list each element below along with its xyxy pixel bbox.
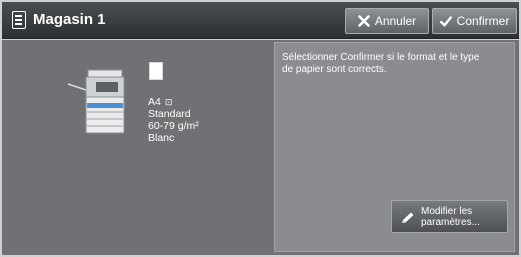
content-area: A4 ⊡ Standard 60-79 g/m² Blanc Sélectionn… — [2, 40, 519, 255]
paper-type: Standard — [148, 108, 191, 120]
document-list-icon — [12, 11, 26, 29]
orientation-icon: ⊡ — [164, 97, 173, 107]
paper-sheet-icon — [149, 62, 163, 80]
paper-size-line: A4 ⊡ — [148, 96, 199, 108]
cancel-button[interactable]: Annuler — [345, 8, 429, 34]
confirm-label: Confirmer — [456, 14, 510, 28]
cancel-label: Annuler — [374, 14, 417, 28]
modify-settings-button[interactable]: Modifier les paramètres... — [391, 200, 508, 233]
close-x-icon — [358, 15, 370, 27]
confirmation-panel: Sélectionner Confirmer si le format et l… — [274, 42, 515, 252]
title-bar: Magasin 1 Annuler Confirmer — [2, 2, 519, 39]
paper-color: Blanc — [148, 132, 175, 144]
screen: Magasin 1 Annuler Confirmer A4 ⊡ Standar… — [0, 0, 521, 257]
confirm-button[interactable]: Confirmer — [432, 8, 517, 34]
printer-icon — [67, 69, 125, 134]
paper-details: A4 ⊡ Standard 60-79 g/m² Blanc — [148, 96, 199, 144]
modify-settings-label: Modifier les paramètres... — [421, 206, 480, 228]
pencil-icon — [402, 212, 414, 223]
checkmark-icon — [439, 15, 452, 26]
paper-weight: 60-79 g/m² — [148, 120, 199, 132]
paper-size: A4 — [148, 96, 161, 108]
confirmation-message: Sélectionner Confirmer si le format et l… — [282, 52, 480, 75]
page-title: Magasin 1 — [33, 11, 106, 28]
